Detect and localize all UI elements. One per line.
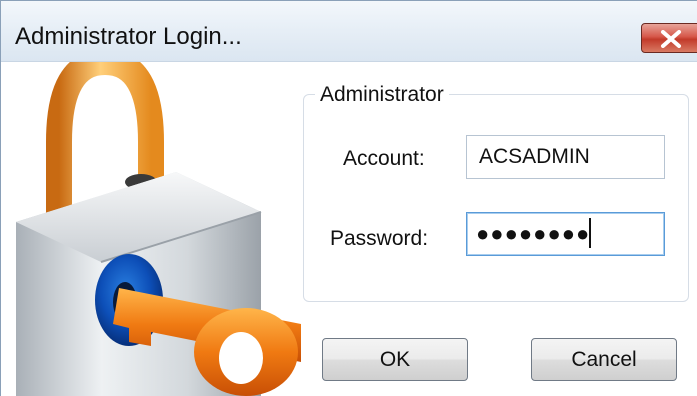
password-input[interactable] bbox=[466, 212, 665, 256]
account-input[interactable] bbox=[466, 135, 665, 179]
account-label: Account: bbox=[343, 147, 425, 170]
group-legend: Administrator bbox=[315, 83, 449, 107]
login-dialog: Administrator Login... Administrator Acc… bbox=[0, 0, 697, 396]
ok-button[interactable]: OK bbox=[322, 338, 468, 381]
cancel-button[interactable]: Cancel bbox=[531, 338, 677, 381]
close-button[interactable] bbox=[641, 23, 697, 53]
title-bar: Administrator Login... bbox=[1, 1, 697, 62]
close-icon bbox=[661, 30, 681, 48]
text-caret bbox=[589, 218, 591, 248]
window-title: Administrator Login... bbox=[15, 23, 242, 50]
padlock-with-key-icon bbox=[16, 62, 301, 396]
password-label: Password: bbox=[330, 227, 429, 250]
administrator-group: Administrator bbox=[303, 83, 689, 302]
